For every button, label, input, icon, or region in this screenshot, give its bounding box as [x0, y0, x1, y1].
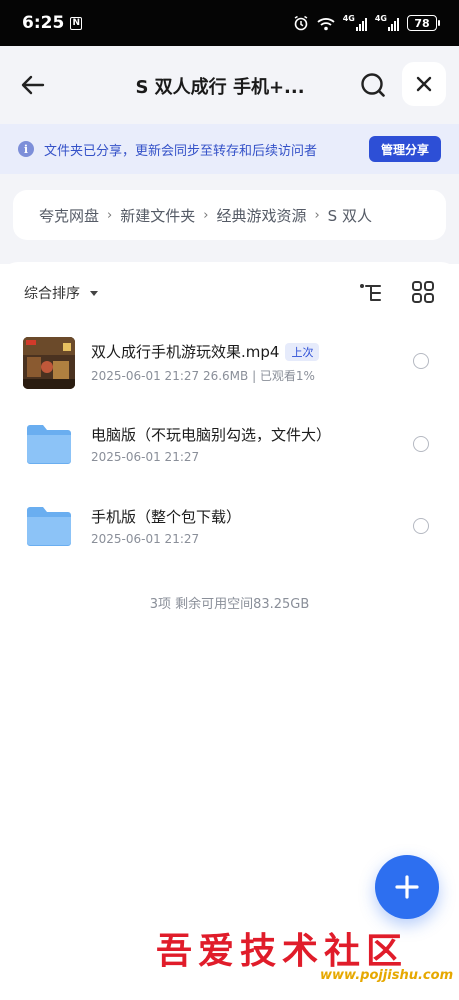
- close-button[interactable]: [402, 62, 446, 106]
- list-item[interactable]: 电脑版（不玩电脑别勾选，文件大） 2025-06-01 21:27: [0, 408, 459, 488]
- storage-summary: 3项 剩余可用空间83.25GB: [149, 597, 310, 612]
- breadcrumb-separator: ›: [314, 208, 320, 223]
- file-meta: 2025-06-01 21:27 26.6MB | 已观看1%: [91, 369, 315, 383]
- last-viewed-badge: 上次: [285, 342, 320, 361]
- breadcrumb-area: 夸克网盘 › 新建文件夹 › 经典游戏资源 › S 双人: [0, 174, 459, 264]
- battery-indicator: 78: [407, 15, 440, 31]
- back-button[interactable]: [18, 70, 48, 100]
- select-checkbox[interactable]: [413, 518, 429, 534]
- select-checkbox[interactable]: [413, 436, 429, 452]
- folder-icon: [27, 507, 71, 546]
- signal-1-icon: 4G: [343, 15, 367, 31]
- signal-2-icon: 4G: [375, 15, 399, 31]
- watermark-url: www.pojjishu.com: [320, 968, 454, 983]
- close-icon: [416, 76, 432, 92]
- alarm-icon: [293, 15, 309, 31]
- status-right: 4G 4G 78: [293, 15, 440, 31]
- sort-label: 综合排序: [24, 286, 80, 302]
- grid-icon: [412, 281, 434, 303]
- breadcrumb-item-new-folder[interactable]: 新建文件夹: [120, 205, 195, 226]
- breadcrumb-separator: ›: [203, 208, 209, 223]
- list-item[interactable]: 双人成行手机游玩效果.mp4 上次 2025-06-01 21:27 26.6M…: [0, 325, 459, 405]
- breadcrumb-row: 夸克网盘 › 新建文件夹 › 经典游戏资源 › S 双人: [39, 205, 372, 226]
- tree-structure-icon: [360, 284, 381, 301]
- plus-icon: [395, 875, 419, 899]
- breadcrumb-separator: ›: [107, 208, 113, 223]
- nfc-icon: N: [70, 16, 83, 30]
- page-title: S 双人成行 手机+...: [135, 77, 305, 98]
- status-left: 6:25 N: [22, 13, 83, 33]
- list-item[interactable]: 手机版（整个包下载） 2025-06-01 21:27: [0, 490, 459, 570]
- select-checkbox[interactable]: [413, 353, 429, 369]
- status-bar: 6:25 N 4G 4G 78: [0, 0, 459, 46]
- folder-name: 电脑版（不玩电脑别勾选，文件大）: [91, 426, 332, 444]
- wifi-icon: [317, 15, 335, 31]
- folder-meta: 2025-06-01 21:27: [91, 450, 200, 464]
- manage-share-button[interactable]: 管理分享: [369, 136, 441, 162]
- share-banner: i 文件夹已分享，更新会同步至转存和后续访问者 管理分享: [0, 124, 459, 174]
- search-button[interactable]: [358, 70, 388, 100]
- share-message: 文件夹已分享，更新会同步至转存和后续访问者: [44, 144, 318, 159]
- watermark: 吾爱技术社区 www.pojjishu.com: [150, 922, 454, 992]
- back-arrow-icon: [21, 75, 45, 95]
- breadcrumb-item-current[interactable]: S 双人: [328, 205, 372, 226]
- folder-icon: [27, 425, 71, 464]
- breadcrumb-item-root[interactable]: 夸克网盘: [39, 205, 99, 226]
- search-icon: [361, 73, 385, 97]
- caret-down-icon: [90, 290, 98, 296]
- breadcrumb-fade: [416, 190, 446, 240]
- file-name: 双人成行手机游玩效果.mp4 上次: [91, 341, 320, 362]
- breadcrumb: 夸克网盘 › 新建文件夹 › 经典游戏资源 › S 双人: [13, 190, 446, 240]
- file-name-text: 双人成行手机游玩效果.mp4: [91, 343, 280, 361]
- info-icon: i: [18, 141, 34, 157]
- breadcrumb-item-classic-games[interactable]: 经典游戏资源: [216, 205, 306, 226]
- network-1-label: 4G: [342, 14, 355, 23]
- folder-meta: 2025-06-01 21:27: [91, 532, 200, 546]
- folder-name: 手机版（整个包下载）: [91, 508, 242, 526]
- status-time: 6:25: [22, 13, 65, 33]
- grid-view-button[interactable]: [411, 280, 435, 304]
- add-button[interactable]: [375, 855, 439, 919]
- network-2-label: 4G: [374, 14, 387, 23]
- tree-view-button[interactable]: [358, 280, 384, 306]
- video-thumbnail: [23, 337, 75, 389]
- sort-dropdown[interactable]: 综合排序: [24, 283, 98, 303]
- top-bar: S 双人成行 手机+...: [0, 46, 459, 124]
- watermark-title: 吾爱技术社区: [156, 930, 409, 972]
